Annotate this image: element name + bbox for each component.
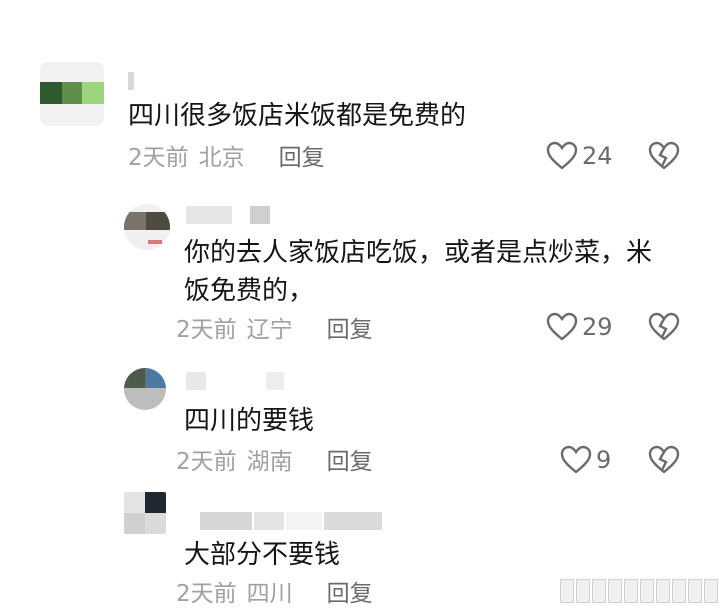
- broken-heart-icon[interactable]: [648, 141, 680, 171]
- username-masked: [200, 510, 382, 532]
- heart-outline-icon: [560, 445, 592, 474]
- avatar[interactable]: [124, 204, 170, 250]
- timestamp: 2天前: [176, 317, 237, 343]
- heart-outline-icon: [546, 312, 578, 341]
- like-count: 29: [582, 313, 613, 341]
- reply-button[interactable]: 回复: [327, 310, 373, 344]
- location: 湖南: [246, 449, 293, 475]
- timestamp: 2天前: [176, 449, 237, 475]
- comment-meta: 2天前 湖南 回复: [176, 442, 373, 476]
- location: 北京: [198, 145, 245, 171]
- comment-text: 四川的要钱: [184, 406, 315, 436]
- comment-text: 四川很多饭店米饭都是免费的: [128, 101, 467, 131]
- comment-3: 四川的要钱 2天前 湖南 回复 9: [0, 360, 720, 490]
- reply-button[interactable]: 回复: [279, 138, 325, 172]
- timestamp: 2天前: [176, 581, 237, 607]
- comment-meta: 2天前 辽宁 回复: [176, 310, 373, 344]
- reply-button[interactable]: 回复: [327, 442, 373, 476]
- like-button[interactable]: 24: [546, 139, 613, 173]
- avatar[interactable]: [40, 62, 104, 126]
- username-masked: [186, 204, 270, 226]
- comment-2: 你的去人家饭店吃饭，或者是点炒菜，米饭免费的， 2天前 辽宁 回复 29: [0, 190, 720, 350]
- location: 辽宁: [246, 317, 293, 343]
- username-masked: [128, 70, 134, 92]
- like-button[interactable]: 29: [546, 310, 613, 344]
- comment-1: 四川很多饭店米饭都是免费的 2天前 北京 回复 24: [0, 0, 720, 180]
- comment-text: 大部分不要钱: [184, 540, 341, 570]
- like-count: 24: [582, 142, 613, 170]
- comment-text: 你的去人家饭店吃饭，或者是点炒菜，米饭免费的，: [184, 238, 653, 306]
- location: 四川: [246, 581, 293, 607]
- reply-button[interactable]: 回复: [327, 574, 373, 608]
- avatar[interactable]: [124, 368, 166, 410]
- avatar[interactable]: [124, 492, 166, 534]
- broken-heart-icon[interactable]: [648, 445, 680, 475]
- comment-meta: 2天前 四川 回复: [176, 574, 373, 608]
- like-button[interactable]: 9: [560, 443, 611, 477]
- watermark: [560, 574, 720, 608]
- heart-outline-icon: [546, 141, 578, 170]
- username-masked: [186, 370, 284, 392]
- like-count: 9: [596, 446, 612, 474]
- timestamp: 2天前: [128, 145, 189, 171]
- comment-meta: 2天前 北京 回复: [128, 138, 325, 172]
- broken-heart-icon[interactable]: [648, 312, 680, 342]
